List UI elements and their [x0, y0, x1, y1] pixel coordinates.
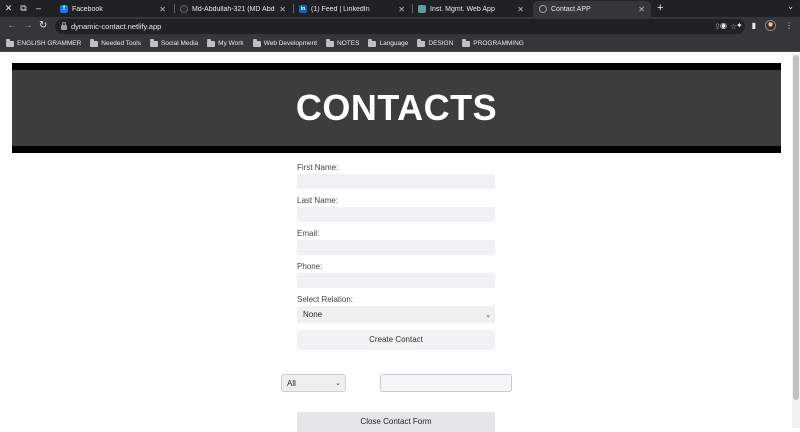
- contact-form: First Name: Last Name: Email: Phone: Sel…: [297, 163, 495, 350]
- facebook-icon: f: [60, 5, 68, 13]
- scrollbar-thumb[interactable]: [793, 55, 799, 400]
- address-bar[interactable]: dynamic-contact.netlify.app ⇪ ☆: [55, 19, 745, 34]
- folder-icon: [6, 39, 14, 47]
- filter-selected-value: All: [287, 378, 296, 388]
- first-name-input[interactable]: [297, 174, 495, 189]
- linkedin-icon: in: [299, 5, 307, 13]
- tab-search-icon[interactable]: ⌄: [787, 2, 794, 11]
- github-icon: [180, 5, 188, 13]
- menu-kebab-icon[interactable]: ⋮: [785, 20, 793, 32]
- bookmark-folder[interactable]: Web Development: [252, 39, 318, 47]
- relation-label: Select Relation:: [297, 295, 354, 304]
- side-panel-icon[interactable]: ▮: [752, 20, 756, 32]
- window-restore-icon[interactable]: ⧉: [19, 3, 28, 14]
- phone-input[interactable]: [297, 273, 495, 288]
- bookmark-label: DESIGN: [428, 40, 454, 47]
- forward-arrow-icon[interactable]: →: [23, 20, 33, 32]
- relation-select[interactable]: None ⌄: [297, 306, 495, 323]
- bookmark-label: ENGLISH GRAMMER: [17, 40, 82, 47]
- first-name-label: First Name:: [297, 163, 339, 172]
- folder-icon: [207, 39, 216, 47]
- bookmark-label: Needed Tools: [101, 40, 141, 47]
- chevron-down-icon: ⌄: [485, 311, 491, 319]
- tab-linkedin[interactable]: in (1) Feed | LinkedIn ✕: [293, 1, 411, 17]
- bookmark-folder[interactable]: Language: [368, 39, 409, 47]
- page-scrollbar[interactable]: [792, 53, 800, 428]
- window-close-icon[interactable]: ✕: [4, 3, 13, 14]
- bookmark-label: Language: [379, 40, 409, 47]
- new-tab-button[interactable]: +: [657, 2, 663, 14]
- tab-facebook[interactable]: f Facebook ✕: [54, 1, 172, 17]
- profile-avatar[interactable]: [765, 20, 777, 31]
- toolbar-extensions: ◉ ✦ ▮ ⋮: [720, 20, 793, 32]
- folder-icon: [252, 39, 261, 47]
- bookmark-label: My Work: [218, 40, 244, 47]
- web-app-icon: [418, 5, 426, 13]
- globe-icon: [539, 5, 547, 13]
- bookmark-folder[interactable]: PROGRAMMING: [462, 39, 524, 47]
- tab-close-icon[interactable]: ✕: [398, 5, 405, 14]
- bookmark-folder[interactable]: Needed Tools: [90, 39, 141, 47]
- folder-icon: [462, 39, 471, 47]
- tab-title: (1) Feed | LinkedIn: [311, 5, 370, 13]
- folder-icon: [90, 39, 99, 47]
- camera-icon[interactable]: ◉: [720, 20, 727, 32]
- create-contact-button[interactable]: Create Contact: [297, 330, 495, 350]
- window-minimize-icon[interactable]: –: [34, 3, 43, 14]
- lock-icon[interactable]: [61, 22, 67, 30]
- tab-close-icon[interactable]: ✕: [517, 5, 524, 14]
- filter-select[interactable]: All ⌄: [281, 374, 346, 392]
- bookmarks-bar: ENGLISH GRAMMER Needed Tools Social Medi…: [0, 36, 800, 52]
- back-arrow-icon[interactable]: ←: [7, 20, 17, 32]
- search-input[interactable]: [380, 374, 512, 392]
- extensions-puzzle-icon[interactable]: ✦: [736, 20, 743, 32]
- email-label: Email:: [297, 229, 320, 238]
- tab-close-icon[interactable]: ✕: [638, 5, 645, 14]
- folder-icon: [326, 39, 335, 47]
- page-title: CONTACTS: [295, 87, 498, 128]
- email-input[interactable]: [297, 240, 495, 255]
- tab-title: Facebook: [72, 5, 103, 13]
- bookmark-folder[interactable]: My Work: [207, 39, 244, 47]
- bookmark-label: NOTES: [337, 40, 360, 47]
- page-header: CONTACTS: [12, 63, 781, 153]
- bookmark-folder[interactable]: NOTES: [326, 39, 360, 47]
- tab-contact-app[interactable]: Contact APP ✕: [533, 1, 651, 17]
- bookmark-folder[interactable]: Social Media: [149, 39, 199, 47]
- tab-close-icon[interactable]: ✕: [279, 5, 286, 14]
- last-name-label: Last Name:: [297, 196, 338, 205]
- last-name-input[interactable]: [297, 207, 495, 222]
- bookmark-folder[interactable]: DESIGN: [417, 39, 454, 47]
- browser-tab-strip: ✕ ⧉ – f Facebook ✕ Md-Abdullah-321 (MD A…: [0, 0, 800, 17]
- bookmark-label: PROGRAMMING: [473, 40, 524, 47]
- reload-icon[interactable]: ↻: [39, 20, 47, 32]
- bookmark-label: Web Development: [263, 40, 318, 47]
- tab-title: Md-Abdullah-321 (MD Abdullah: [192, 5, 275, 13]
- window-controls: ✕ ⧉ –: [4, 3, 43, 14]
- url-text[interactable]: dynamic-contact.netlify.app: [71, 21, 161, 32]
- page-content: CONTACTS First Name: Last Name: Email: P…: [0, 53, 800, 432]
- tab-inst-mgmt[interactable]: Inst. Mgmt. Web App ✕: [412, 1, 530, 17]
- bookmark-folder[interactable]: ENGLISH GRAMMER: [6, 39, 82, 47]
- tab-github[interactable]: Md-Abdullah-321 (MD Abdullah ✕: [174, 1, 292, 17]
- folder-icon: [417, 39, 426, 47]
- folder-icon: [368, 39, 377, 47]
- bookmark-label: Social Media: [160, 40, 199, 47]
- browser-toolbar: ← → ↻ dynamic-contact.netlify.app ⇪ ☆ ◉ …: [0, 17, 800, 36]
- tab-title: Inst. Mgmt. Web App: [430, 5, 495, 13]
- tab-strip-right-controls: ⌄: [787, 2, 794, 11]
- tab-close-icon[interactable]: ✕: [159, 5, 166, 14]
- phone-label: Phone:: [297, 262, 323, 271]
- folder-icon: [149, 39, 158, 47]
- relation-selected-value: None: [303, 310, 323, 319]
- chevron-down-icon: ⌄: [335, 380, 341, 387]
- tab-title: Contact APP: [551, 5, 591, 13]
- close-contact-form-button[interactable]: Close Contact Form: [297, 412, 495, 432]
